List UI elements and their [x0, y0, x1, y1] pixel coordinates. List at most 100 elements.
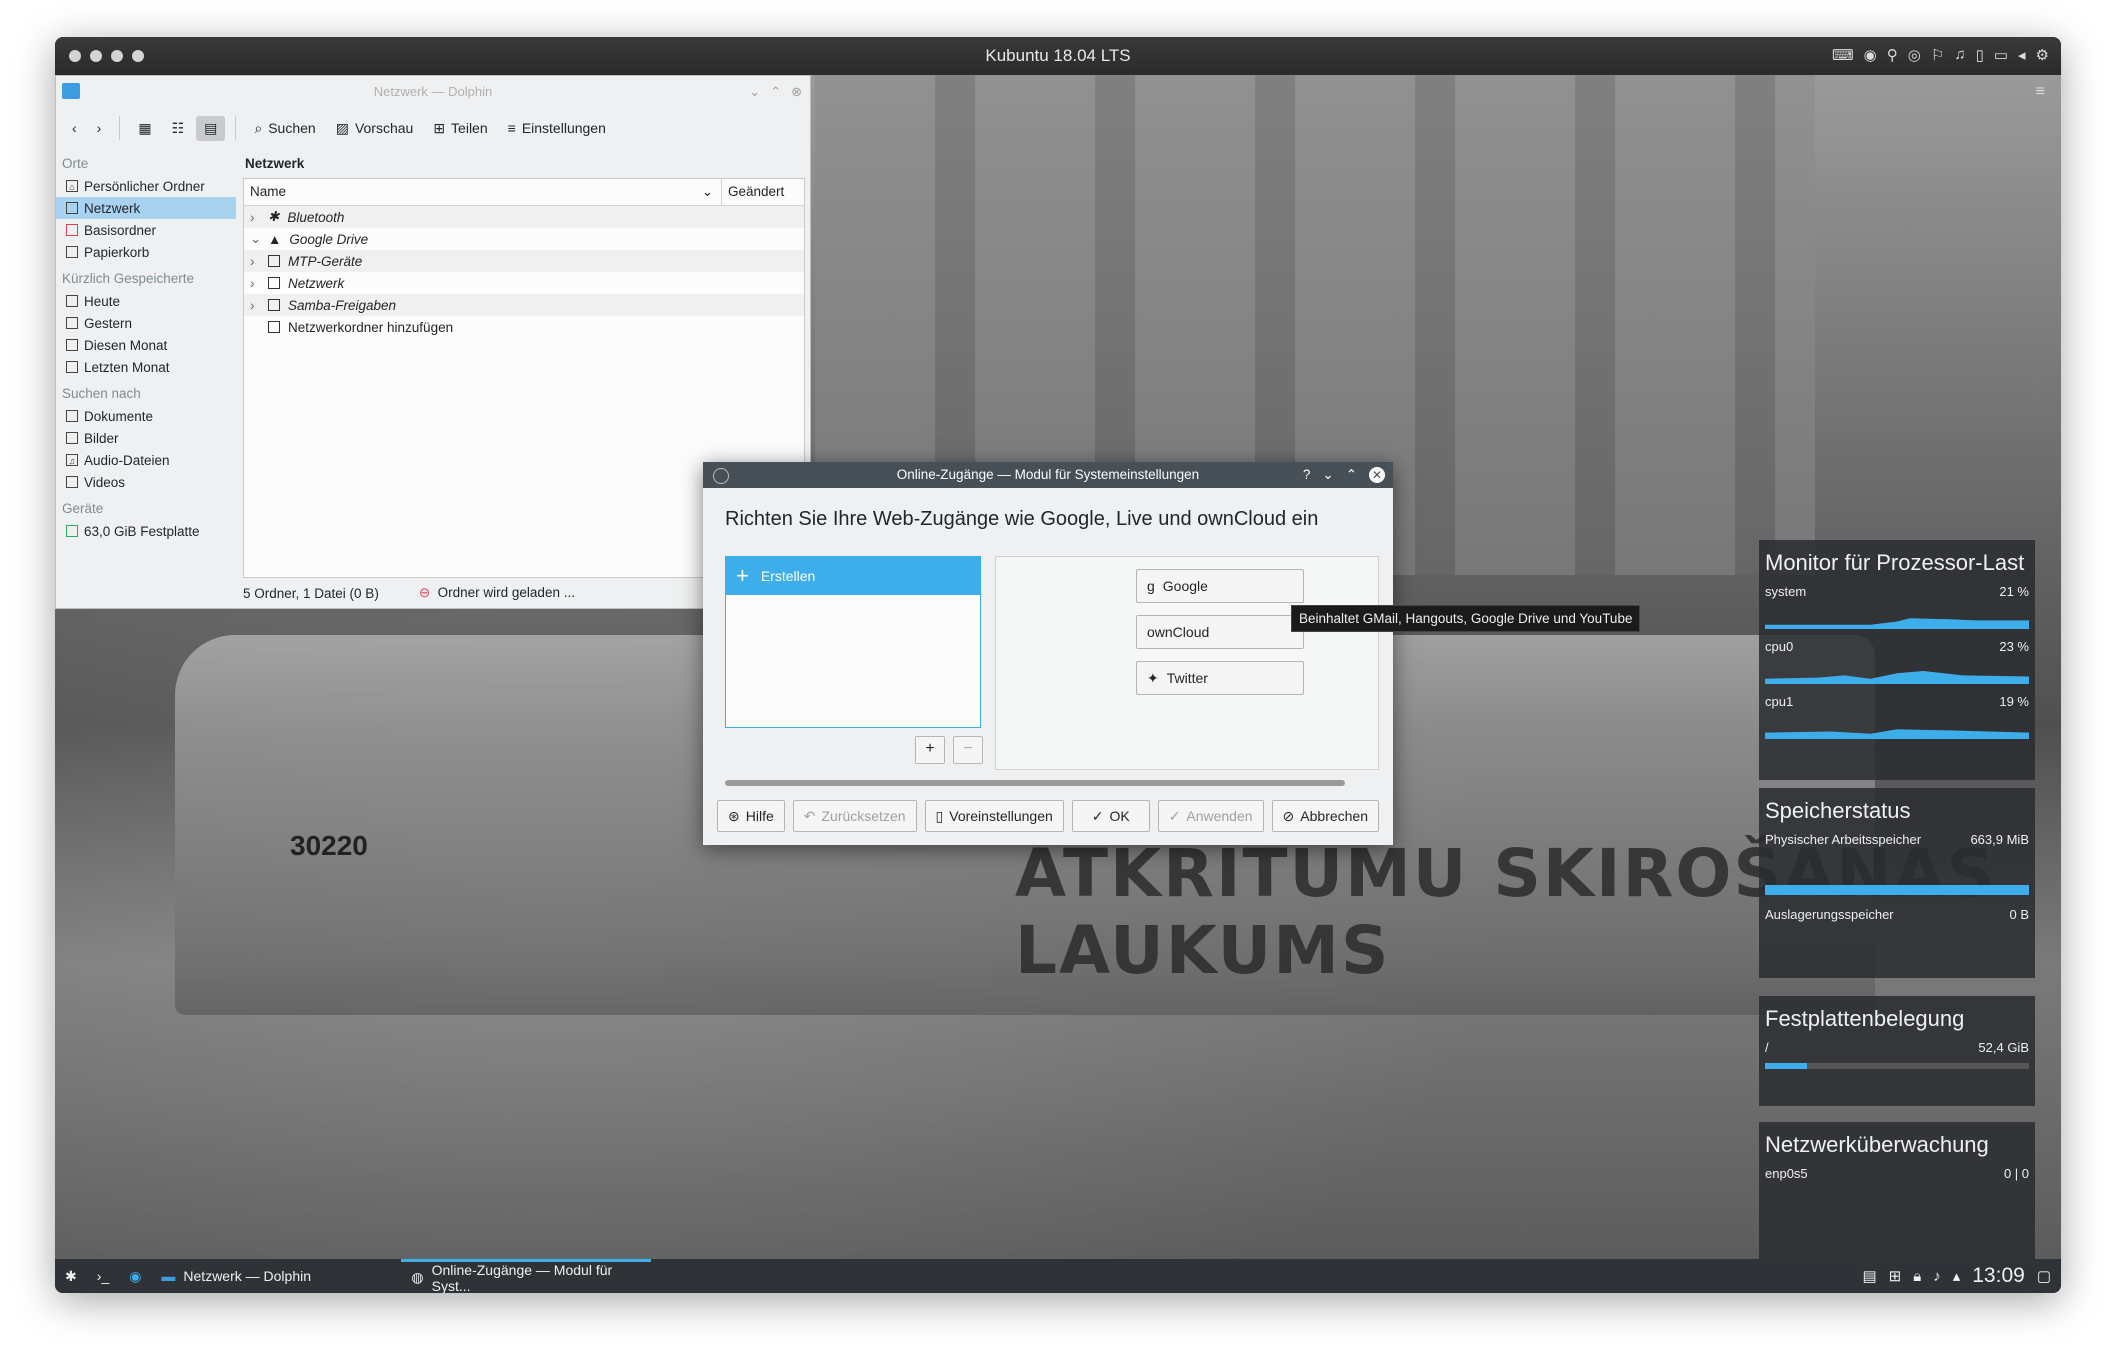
- back-button[interactable]: ‹: [64, 116, 85, 140]
- create-account-item[interactable]: + Erstellen: [726, 557, 980, 595]
- compact-view-button[interactable]: ☷: [164, 116, 193, 141]
- cpu-row-value: 19 %: [1999, 694, 2029, 709]
- file-row[interactable]: › Samba-Freigaben: [244, 294, 804, 316]
- file-row[interactable]: ⌄ ▲ Google Drive: [244, 228, 804, 250]
- owncloud-provider-button[interactable]: ownCloud: [1136, 615, 1304, 649]
- display-icon[interactable]: ▯: [1976, 46, 1984, 64]
- camera-icon[interactable]: ▭: [1994, 46, 2008, 64]
- location-label: Netzwerk: [245, 156, 305, 171]
- horizontal-scrollbar[interactable]: [725, 780, 1345, 786]
- place-videos[interactable]: Videos: [56, 471, 236, 493]
- place-today[interactable]: Heute: [56, 290, 236, 312]
- expand-icon[interactable]: ›: [250, 276, 260, 291]
- place-images[interactable]: Bilder: [56, 427, 236, 449]
- browser-launcher[interactable]: ◉: [119, 1259, 151, 1293]
- expand-icon[interactable]: ›: [250, 210, 260, 225]
- place-network[interactable]: Netzwerk: [56, 197, 236, 219]
- place-label: Audio-Dateien: [84, 452, 170, 468]
- app-launcher-button[interactable]: ✱: [55, 1259, 87, 1293]
- file-row[interactable]: › ✱ Bluetooth: [244, 206, 804, 228]
- toolbar-separator: [235, 116, 237, 140]
- place-label: 63,0 GiB Festplatte: [84, 523, 200, 539]
- google-provider-button[interactable]: g Google: [1136, 569, 1304, 603]
- expand-icon[interactable]: ›: [250, 254, 260, 269]
- remove-account-button[interactable]: −: [953, 736, 983, 764]
- stop-icon[interactable]: ⊖: [419, 585, 430, 600]
- file-row[interactable]: › MTP-Geräte: [244, 250, 804, 272]
- place-label: Basisordner: [84, 222, 157, 238]
- arrow-icon[interactable]: ◂: [2018, 46, 2026, 64]
- clock[interactable]: 13:09: [1972, 1264, 2025, 1288]
- preview-button[interactable]: ▨ Vorschau: [328, 116, 422, 141]
- kde-icon: ✱: [65, 1267, 77, 1284]
- disc-icon[interactable]: ◎: [1908, 46, 1921, 64]
- icons-view-button[interactable]: ▦: [130, 116, 159, 141]
- details-view-button[interactable]: ▤: [196, 115, 226, 141]
- defaults-button[interactable]: ▯ Voreinstellungen: [924, 800, 1064, 832]
- network-icon[interactable]: ⊞: [1889, 1267, 1902, 1285]
- desktop-menu-icon[interactable]: ≡: [2036, 83, 2045, 101]
- terminal-launcher[interactable]: ›_: [87, 1259, 119, 1293]
- close-icon[interactable]: ⊗: [791, 76, 802, 108]
- place-root[interactable]: Basisordner: [56, 219, 236, 241]
- place-this-month[interactable]: Diesen Monat: [56, 334, 236, 356]
- close-icon[interactable]: ✕: [1369, 467, 1385, 483]
- help-icon[interactable]: ?: [1303, 462, 1311, 488]
- swap-row-label: Auslagerungsspeicher: [1765, 907, 1894, 922]
- volume-icon[interactable]: ♪: [1933, 1268, 1941, 1285]
- swap-row-value: 0 B: [2009, 907, 2029, 922]
- column-modified[interactable]: Geändert: [722, 179, 804, 205]
- place-audio[interactable]: ♫ Audio-Dateien: [56, 449, 236, 471]
- place-yesterday[interactable]: Gestern: [56, 312, 236, 334]
- help-button[interactable]: ⊛ Hilfe: [717, 800, 785, 832]
- settings-button[interactable]: ≡ Einstellungen: [500, 116, 614, 140]
- collapse-icon[interactable]: ⌄: [250, 231, 261, 247]
- expand-tray-icon[interactable]: ▴: [1953, 1267, 1961, 1285]
- apply-button[interactable]: ✓ Anwenden: [1157, 800, 1264, 832]
- forward-button[interactable]: ›: [89, 116, 110, 140]
- disk-row-label: /: [1765, 1040, 1769, 1055]
- column-name[interactable]: Name ⌄: [244, 179, 722, 205]
- cancel-button[interactable]: ⊘ Abbrechen: [1271, 800, 1379, 832]
- usb-icon[interactable]: ⚲: [1887, 46, 1898, 64]
- accounts-list[interactable]: + Erstellen: [725, 556, 981, 728]
- lock-icon[interactable]: 🔒︎: [1913, 1268, 1921, 1285]
- minimize-icon[interactable]: ⌄: [1322, 462, 1333, 488]
- task-dolphin[interactable]: ▬ Netzwerk — Dolphin: [151, 1259, 401, 1293]
- clipboard-icon[interactable]: ▤: [1862, 1267, 1876, 1285]
- keyboard-icon[interactable]: ⌨: [1832, 46, 1854, 64]
- places-panel: Orte ⌂ Persönlicher Ordner Netzwerk Basis…: [56, 148, 236, 578]
- gear-icon[interactable]: ⚙: [2036, 46, 2049, 64]
- file-row[interactable]: Netzwerkordner hinzufügen: [244, 316, 804, 338]
- maximize-icon[interactable]: ⌃: [770, 76, 781, 108]
- vm-window: Kubuntu 18.04 LTS ⌨ ◉ ⚲ ◎ ⚐ ♫ ▯ ▭ ◂ ⚙ AT…: [55, 37, 2061, 1293]
- share-button[interactable]: ⊞ Teilen: [425, 116, 495, 141]
- search-button[interactable]: ⌕ Suchen: [246, 116, 323, 141]
- places-header-devices: Geräte: [62, 501, 104, 516]
- place-home[interactable]: ⌂ Persönlicher Ordner: [56, 175, 236, 197]
- minimize-icon[interactable]: ⌄: [749, 76, 760, 108]
- dialog-titlebar: Online-Zugänge — Modul für Systemeinstel…: [703, 462, 1393, 488]
- file-row[interactable]: › Netzwerk: [244, 272, 804, 294]
- network-icon[interactable]: ⚐: [1931, 46, 1944, 64]
- place-harddisk[interactable]: 63,0 GiB Festplatte: [56, 520, 236, 542]
- audio-icon[interactable]: ♫: [1954, 46, 1965, 64]
- swap-row: Auslagerungsspeicher 0 B: [1759, 905, 2035, 924]
- add-account-button[interactable]: +: [915, 736, 945, 764]
- reset-button[interactable]: ↶ Zurücksetzen: [792, 800, 917, 832]
- task-online-accounts[interactable]: ◍ Online-Zugänge — Modul für Syst...: [401, 1259, 652, 1293]
- twitter-provider-button[interactable]: ✦ Twitter: [1136, 661, 1304, 695]
- ok-button[interactable]: ✓ OK: [1071, 800, 1150, 832]
- music-note-icon: ♫: [66, 454, 78, 466]
- place-last-month[interactable]: Letzten Monat: [56, 356, 236, 378]
- place-label: Bilder: [84, 430, 119, 446]
- place-trash[interactable]: Papierkorb: [56, 241, 236, 263]
- record-icon[interactable]: ◉: [1864, 46, 1877, 64]
- show-desktop-icon[interactable]: ▢: [2037, 1267, 2051, 1285]
- desktop: ATKRITUMU SKIROŠANAS LAUKUMS 30220 ≡ Net…: [55, 75, 2061, 1259]
- cpu-graph-svg: [1765, 618, 2029, 627]
- dolphin-toolbar: ‹ › ▦ ☷ ▤ ⌕ Suchen ▨ Vorschau ⊞ Teilen ≡ Ein…: [56, 108, 810, 148]
- maximize-icon[interactable]: ⌃: [1346, 462, 1357, 488]
- place-documents[interactable]: Dokumente: [56, 405, 236, 427]
- expand-icon[interactable]: ›: [250, 298, 260, 313]
